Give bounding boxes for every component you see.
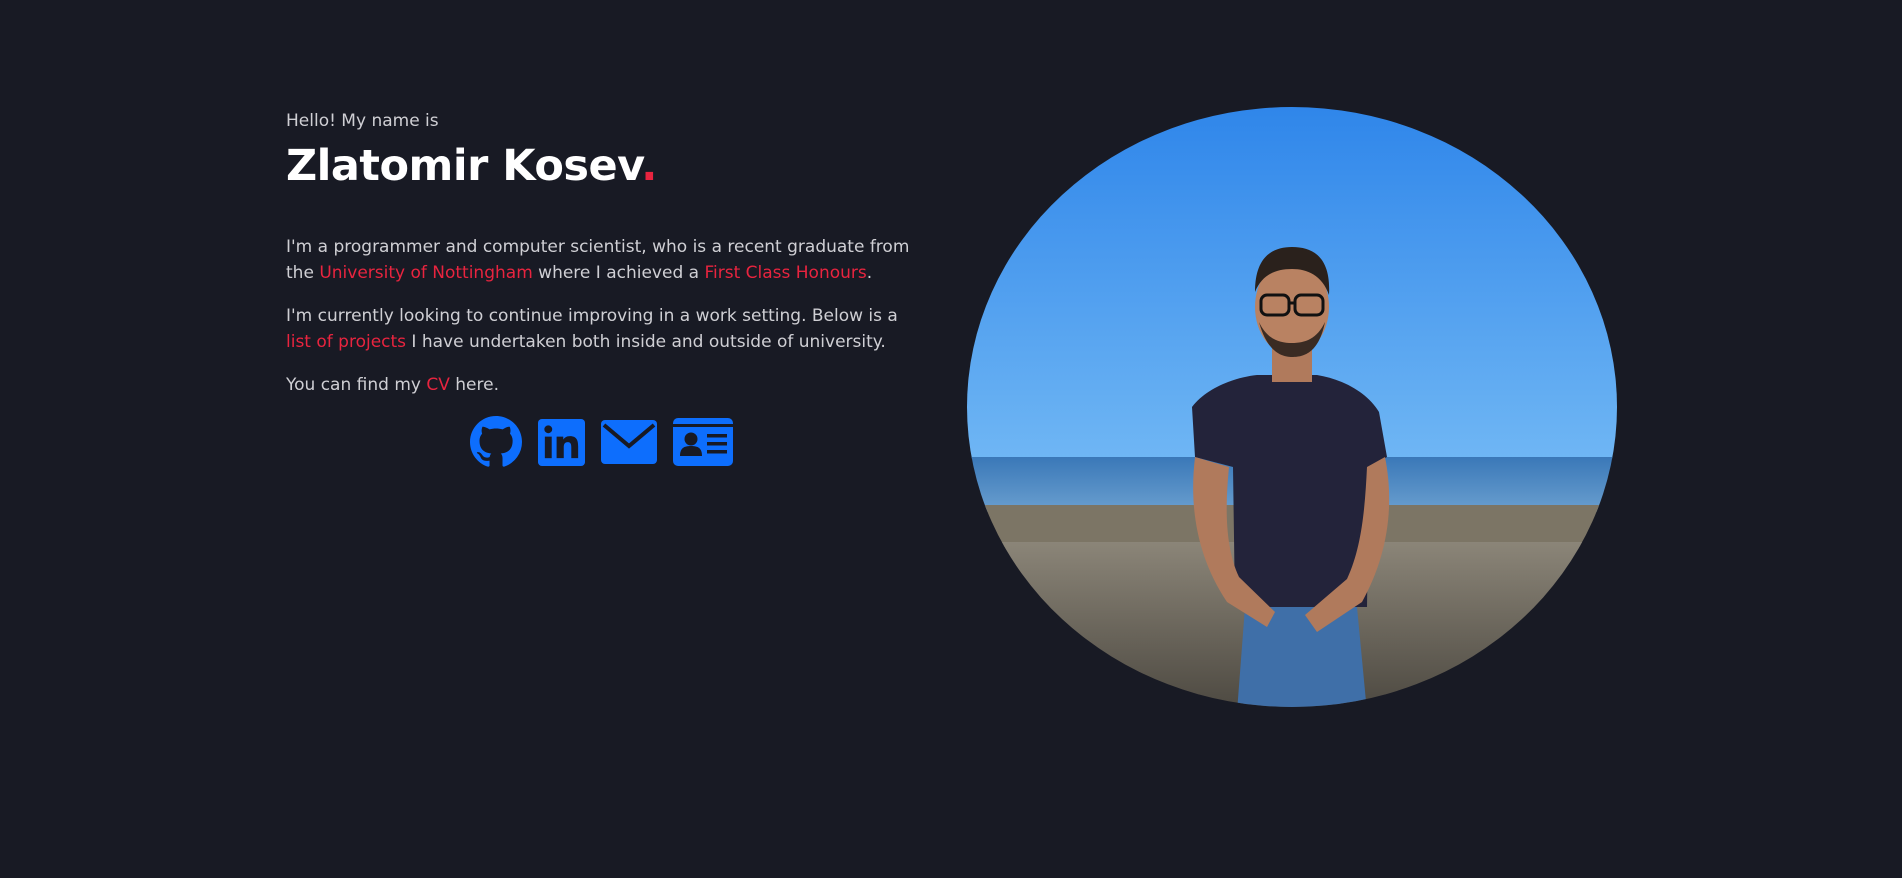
contact-card-link[interactable] [673,418,733,466]
first-class-honours-link[interactable]: First Class Honours [704,263,866,283]
name-accent-dot: . [641,141,657,191]
profile-photo-illustration [967,107,1617,707]
university-link[interactable]: University of Nottingham [319,263,532,283]
github-icon [470,416,522,467]
bio-paragraph-projects: I'm currently looking to continue improv… [286,306,898,352]
bio-paragraph-education: I'm a programmer and computer scientist,… [286,237,910,283]
name-text: Zlatomir Kosev [286,141,642,191]
email-link[interactable] [601,420,657,464]
intro-section: Hello! My name is Zlatomir Kosev. I'm a … [286,110,926,415]
greeting-text: Hello! My name is [286,111,439,131]
linkedin-link[interactable] [538,418,585,466]
github-link[interactable] [470,416,522,468]
linkedin-icon [538,418,585,466]
social-links [470,416,733,468]
contact-card-icon [673,418,733,466]
profile-photo [967,107,1617,707]
page-title: Zlatomir Kosev. [286,140,926,192]
bio-paragraph-cv: You can find my CV here. [286,375,499,395]
page: Hello! My name is Zlatomir Kosev. I'm a … [0,0,1902,878]
mail-icon [601,420,657,464]
cv-link[interactable]: CV [426,375,450,395]
bio: I'm a programmer and computer scientist,… [286,234,926,398]
projects-link[interactable]: list of projects [286,332,406,352]
